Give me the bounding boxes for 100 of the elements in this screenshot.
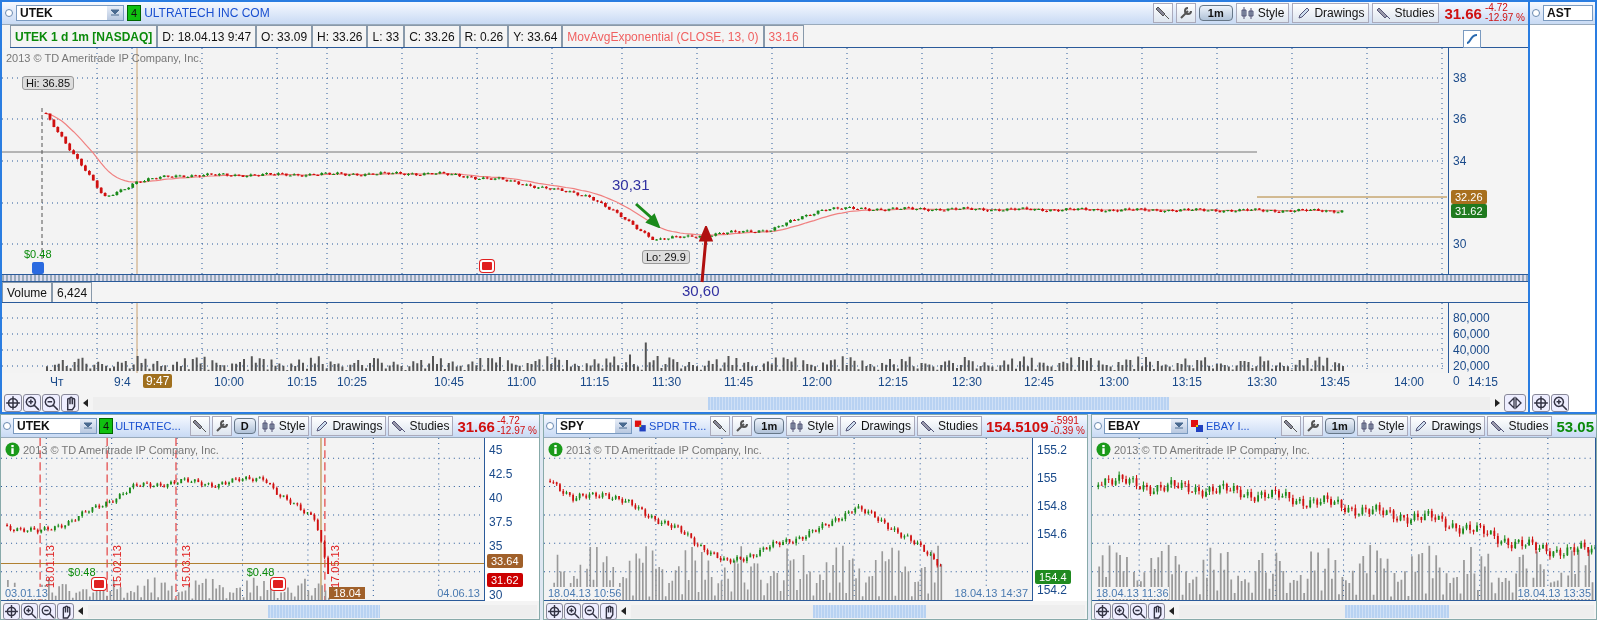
zoom-in-icon[interactable] bbox=[564, 602, 581, 620]
toolbar-button[interactable]: Drawings bbox=[1410, 416, 1486, 436]
hand-icon[interactable] bbox=[61, 394, 79, 412]
hand-icon[interactable] bbox=[1148, 602, 1165, 620]
toolbar-button[interactable]: Studies bbox=[1372, 3, 1440, 23]
zoom-in-icon[interactable] bbox=[1112, 602, 1129, 620]
link-badge[interactable]: 4 bbox=[99, 418, 114, 434]
last-price: 53.05 bbox=[1556, 417, 1594, 435]
clear-tool-icon[interactable] bbox=[189, 416, 210, 436]
dot-icon bbox=[3, 422, 11, 430]
dot-icon bbox=[5, 9, 13, 17]
scroll-left-icon[interactable] bbox=[77, 606, 85, 616]
split-arrows-icon[interactable] bbox=[1504, 394, 1526, 412]
wrench-icon[interactable] bbox=[1175, 3, 1196, 23]
ohlc-value: Y: 33.64 bbox=[508, 25, 563, 47]
ohlc-value: R: 0.26 bbox=[459, 25, 509, 47]
dropdown-button[interactable] bbox=[107, 6, 123, 20]
price-tag: 31.62 bbox=[1451, 204, 1487, 218]
zoom-out-icon[interactable] bbox=[1130, 602, 1147, 620]
hand-icon[interactable] bbox=[600, 602, 617, 620]
scrollbar[interactable] bbox=[1179, 604, 1594, 618]
toolbar-button[interactable]: Studies bbox=[916, 416, 982, 436]
dropdown-button[interactable] bbox=[80, 419, 96, 433]
candlestick-icon bbox=[1240, 6, 1255, 20]
period-button[interactable]: 1m bbox=[754, 418, 785, 434]
price-tick: 154.8 bbox=[1037, 499, 1068, 513]
time-label: 9:4 bbox=[114, 375, 131, 389]
symbol-field[interactable]: SPY bbox=[556, 418, 633, 434]
dropdown-button[interactable] bbox=[1171, 419, 1187, 433]
toolbar-button[interactable]: Studies bbox=[388, 416, 454, 436]
high-label: Hi: 36.85 bbox=[22, 76, 75, 90]
scroll-left-icon[interactable] bbox=[82, 398, 90, 408]
crosshair-icon[interactable] bbox=[4, 394, 22, 412]
toolbar-button[interactable]: Studies bbox=[1487, 416, 1553, 436]
company-link[interactable]: EBAY I... bbox=[1206, 420, 1250, 432]
crosshair-icon[interactable] bbox=[3, 602, 20, 620]
crosshair-icon[interactable] bbox=[1532, 394, 1550, 412]
company-link[interactable]: ULTRATECH INC COM bbox=[144, 6, 270, 20]
symbol-field[interactable]: EBAY bbox=[1104, 418, 1188, 434]
price-tick: 42.5 bbox=[489, 467, 513, 481]
zoom-in-icon[interactable] bbox=[1551, 394, 1569, 412]
price-annotation: 30,31 bbox=[612, 176, 650, 193]
toolbar-button[interactable]: Drawings bbox=[311, 416, 387, 436]
info-icon[interactable] bbox=[548, 442, 563, 457]
period-button[interactable]: 1m bbox=[1198, 5, 1233, 21]
clear-tool-icon[interactable] bbox=[1280, 416, 1301, 436]
date-tag: 18.04 bbox=[329, 587, 365, 599]
zoom-out-icon[interactable] bbox=[582, 602, 599, 620]
zoom-in-icon[interactable] bbox=[23, 394, 41, 412]
scroll-left-icon[interactable] bbox=[620, 606, 628, 616]
squares-icon[interactable] bbox=[634, 419, 648, 433]
splitter-bar[interactable] bbox=[2, 274, 1528, 282]
price-tick: 154.6 bbox=[1037, 527, 1068, 541]
wrench-icon[interactable] bbox=[211, 416, 232, 436]
crosshair-icon[interactable] bbox=[1094, 602, 1111, 620]
toolbar-button[interactable]: Style bbox=[257, 416, 310, 436]
wrench-icon[interactable] bbox=[732, 416, 753, 436]
toolbar-button[interactable]: Style bbox=[1235, 3, 1290, 23]
time-label: 11:00 bbox=[507, 375, 537, 389]
period-button[interactable]: 1m bbox=[1324, 418, 1355, 434]
last-price: 154.5109 bbox=[985, 417, 1049, 435]
zoom-out-icon[interactable] bbox=[42, 394, 60, 412]
symbol-field[interactable]: UTEK bbox=[13, 418, 97, 434]
volume-tick: 0 bbox=[1453, 374, 1460, 388]
event-date: 18.01.13 bbox=[44, 545, 57, 588]
zoom-in-icon[interactable] bbox=[21, 602, 38, 620]
dropdown-button[interactable] bbox=[615, 419, 632, 433]
symbol-field[interactable]: UTEK bbox=[16, 5, 124, 21]
percent-change: -0.39 % bbox=[1050, 426, 1085, 436]
company-link[interactable]: ULTRATEC... bbox=[115, 420, 181, 432]
time-label: 10:00 bbox=[214, 375, 245, 389]
clear-tool-icon[interactable] bbox=[710, 416, 731, 436]
scrollbar[interactable] bbox=[631, 604, 1085, 618]
wrench-icon[interactable] bbox=[1302, 416, 1323, 436]
link-badge[interactable]: 4 bbox=[127, 5, 142, 21]
last-price: 31.66 bbox=[457, 417, 495, 435]
scroll-left-icon[interactable] bbox=[1168, 606, 1176, 616]
scroll-right-icon[interactable] bbox=[1493, 398, 1501, 408]
toolbar-button[interactable]: Drawings bbox=[839, 416, 915, 436]
chart-type-icon[interactable] bbox=[1463, 30, 1481, 48]
hand-icon[interactable] bbox=[57, 602, 74, 620]
zoom-out-icon[interactable] bbox=[39, 602, 56, 620]
info-icon[interactable] bbox=[5, 442, 20, 457]
info-icon[interactable] bbox=[1096, 442, 1111, 457]
toolbar-button[interactable]: Drawings bbox=[1292, 3, 1370, 23]
volume-value: 6,424 bbox=[52, 282, 93, 302]
scrollbar[interactable] bbox=[93, 396, 1490, 410]
volume-label: Volume bbox=[2, 282, 53, 302]
ohlc-value: L: 33 bbox=[367, 25, 405, 47]
crosshair-icon[interactable] bbox=[546, 602, 563, 620]
toolbar-button[interactable]: Style bbox=[786, 416, 838, 436]
toolbar-button[interactable]: Style bbox=[1356, 416, 1409, 436]
copyright-text: 2013 © TD Ameritrade IP Company, Inc. bbox=[1096, 442, 1310, 457]
company-link[interactable]: SPDR TR... bbox=[649, 420, 707, 432]
period-button[interactable]: D bbox=[233, 418, 256, 434]
clear-tool-icon[interactable] bbox=[1152, 3, 1173, 23]
event-date: 15.03.13 bbox=[180, 545, 192, 588]
symbol-field[interactable]: AST bbox=[1543, 5, 1593, 21]
squares-icon[interactable] bbox=[1190, 419, 1204, 433]
scrollbar[interactable] bbox=[88, 604, 537, 618]
